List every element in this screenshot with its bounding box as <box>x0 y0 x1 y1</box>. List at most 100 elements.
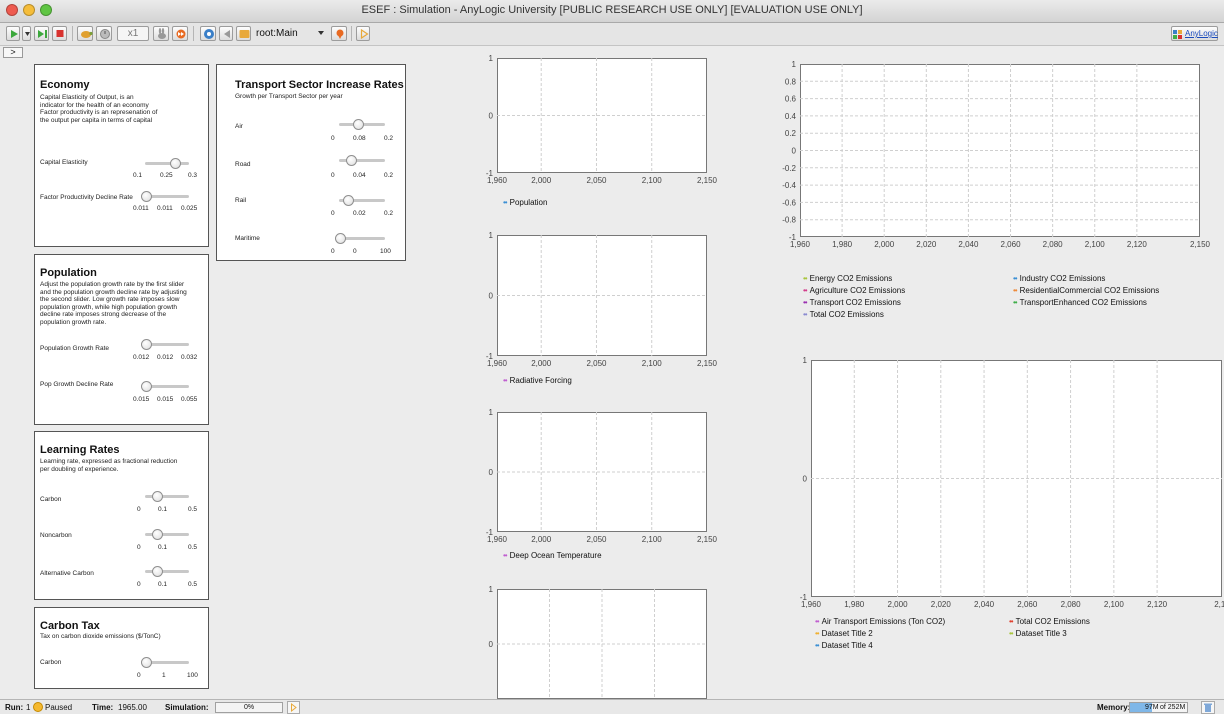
slider-thumb[interactable] <box>353 119 364 130</box>
y-tick-label: 1 <box>489 54 494 63</box>
legend-item[interactable]: •• Air Transport Emissions (Ton CO2) <box>815 617 945 626</box>
run-button[interactable] <box>6 26 20 41</box>
y-tick-label: 0 <box>792 147 797 156</box>
legend-item[interactable]: •• Agriculture CO2 Emissions <box>803 286 905 295</box>
legend-item[interactable]: •• Industry CO2 Emissions <box>1013 274 1105 283</box>
slider-thumb[interactable] <box>152 566 163 577</box>
slider-thumb[interactable] <box>152 491 163 502</box>
legend-item[interactable]: •• Dataset Title 3 <box>1009 629 1067 638</box>
virtual-time-button[interactable] <box>96 26 112 41</box>
legend-label: Dataset Title 2 <box>821 629 873 638</box>
slider-thumb[interactable] <box>346 155 357 166</box>
carbon-learning-slider[interactable] <box>145 491 189 502</box>
x-tick-label: 2,100 <box>1085 240 1106 249</box>
x-tick-label: 2,080 <box>1061 600 1082 609</box>
slider-thumb[interactable] <box>141 657 152 668</box>
legend-marker-icon: •• <box>803 274 808 283</box>
slider-max: 0.2 <box>384 210 394 217</box>
legend-item[interactable]: •• Population <box>503 198 547 207</box>
run-menu-button[interactable] <box>22 26 31 41</box>
x-tick-label: 1,980 <box>832 240 853 249</box>
legend-item[interactable]: •• Deep Ocean Temperature <box>503 551 602 560</box>
legend-item[interactable]: •• Dataset Title 4 <box>815 641 873 650</box>
population-description: Adjust the population growth rate by the… <box>40 281 208 326</box>
experiment-button[interactable] <box>356 26 370 41</box>
y-tick-label: 0.2 <box>785 129 797 138</box>
toolbar-separator <box>72 26 73 41</box>
air-growth-slider[interactable] <box>339 119 385 130</box>
legend-marker-icon: •• <box>815 617 820 626</box>
x-tick-label: 1,980 <box>844 600 865 609</box>
slider-label: Noncarbon <box>40 532 72 539</box>
time-value: 1965.00 <box>118 703 147 712</box>
speed-up-button[interactable] <box>153 26 169 41</box>
pop-growth-decline-rate-slider[interactable] <box>141 381 189 392</box>
road-growth-slider[interactable] <box>339 155 385 166</box>
anylogic-logo-icon <box>1173 30 1182 39</box>
memory-total: of 252M <box>1160 704 1186 711</box>
slider-value: 0.1 <box>158 544 168 551</box>
legend-item[interactable]: •• TransportEnhanced CO2 Emissions <box>1013 298 1147 307</box>
chevron-down-icon <box>25 32 30 36</box>
plot-area <box>811 360 1222 597</box>
legend-item[interactable]: •• Dataset Title 2 <box>815 629 873 638</box>
slider-track[interactable] <box>145 162 189 165</box>
x-tick-label: 2,000 <box>531 176 552 185</box>
legend-item[interactable]: •• Total CO2 Emissions <box>1009 617 1090 626</box>
stop-button[interactable] <box>52 26 67 41</box>
y-tick-label: 1 <box>489 585 494 594</box>
model-navigation-button[interactable] <box>200 26 216 41</box>
slider-thumb[interactable] <box>152 529 163 540</box>
slider-thumb[interactable] <box>141 339 152 350</box>
root-agent-dropdown[interactable] <box>316 26 327 41</box>
legend-item[interactable]: •• Radiative Forcing <box>503 376 572 385</box>
slow-down-button[interactable] <box>77 26 93 41</box>
expand-panel-button[interactable]: > <box>3 47 23 58</box>
slider-thumb[interactable] <box>343 195 354 206</box>
slider-min: 0 <box>137 544 141 551</box>
slider-thumb[interactable] <box>141 381 152 392</box>
navigate-back-button[interactable] <box>219 26 233 41</box>
x-tick-label: 2,000 <box>874 240 895 249</box>
x-tick-label: 2,15 <box>1214 600 1224 609</box>
y-tick-label: -0.6 <box>782 198 796 207</box>
step-button[interactable] <box>34 26 49 41</box>
legend-item[interactable]: •• ResidentialCommercial CO2 Emissions <box>1013 286 1159 295</box>
experiment-play-button[interactable] <box>287 701 300 714</box>
stop-icon <box>56 30 64 37</box>
slider-thumb[interactable] <box>141 191 152 202</box>
rail-growth-slider[interactable] <box>339 195 385 206</box>
transport-description: Growth per Transport Sector per year <box>235 93 403 101</box>
x-tick-label: 2,040 <box>974 600 995 609</box>
y-tick-label: 0 <box>803 475 808 484</box>
x-tick-label: 2,000 <box>888 600 909 609</box>
slider-thumb[interactable] <box>335 233 346 244</box>
x-tick-label: 2,120 <box>1127 240 1148 249</box>
legend-item[interactable]: •• Transport CO2 Emissions <box>803 298 901 307</box>
capital-elasticity-slider[interactable] <box>145 158 189 169</box>
turtle-icon <box>81 31 93 38</box>
alternative-carbon-learning-slider[interactable] <box>145 566 189 577</box>
factor-productivity-slider[interactable] <box>141 191 189 202</box>
transport-panel: Transport Sector Increase Rates Growth p… <box>216 64 406 261</box>
root-agent-icon-button[interactable] <box>236 26 251 41</box>
trash-icon[interactable] <box>1201 701 1215 714</box>
real-time-button[interactable] <box>172 26 188 41</box>
anylogic-link[interactable]: AnyLogic <box>1171 26 1218 41</box>
population-panel: Population Adjust the population growth … <box>34 254 209 425</box>
slider-thumb[interactable] <box>170 158 181 169</box>
y-tick-label: 1 <box>792 60 797 69</box>
x-tick-label: 2,020 <box>931 600 952 609</box>
legend-item[interactable]: •• Energy CO2 Emissions <box>803 274 892 283</box>
legend-label: Energy CO2 Emissions <box>809 274 893 283</box>
legend-item[interactable]: •• Total CO2 Emissions <box>803 310 884 319</box>
carbon-tax-slider[interactable] <box>141 657 189 668</box>
desc-line: the output per capita in terms of capita… <box>40 116 153 124</box>
population-growth-rate-slider[interactable] <box>141 339 189 350</box>
view-areas-button[interactable] <box>331 26 347 41</box>
maritime-growth-slider[interactable] <box>335 233 385 244</box>
learning-description: Learning rate, expressed as fractional r… <box>40 458 208 473</box>
legend-label: Transport CO2 Emissions <box>809 298 901 307</box>
noncarbon-learning-slider[interactable] <box>145 529 189 540</box>
carbon-tax-panel: Carbon Tax Tax on carbon dioxide emissio… <box>34 607 209 689</box>
